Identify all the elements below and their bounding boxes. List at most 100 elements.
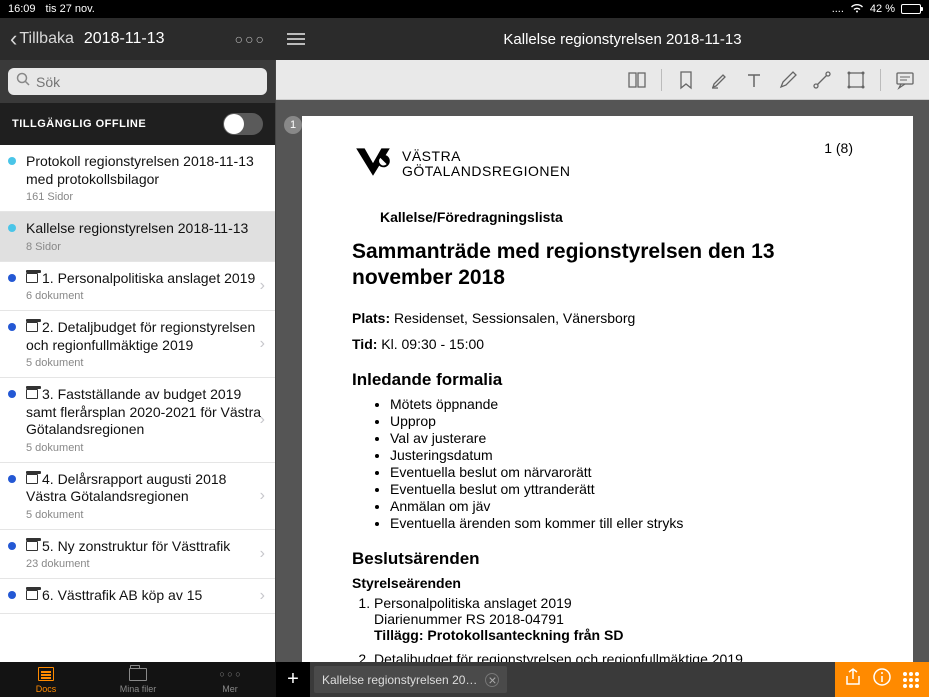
- list-item[interactable]: 2. Detaljbudget för regionstyrelsen och …: [0, 311, 275, 378]
- page-number-badge: 1: [284, 116, 302, 134]
- document-tab[interactable]: Kallelse regionstyrelsen 20… ×: [314, 666, 507, 693]
- doc-subtitle: Kallelse/Föredragningslista: [380, 209, 853, 225]
- chevron-right-icon: ›: [260, 411, 265, 429]
- document-tab-label: Kallelse regionstyrelsen 20…: [322, 673, 477, 687]
- shape-icon[interactable]: [846, 70, 866, 90]
- archive-icon: [26, 389, 38, 399]
- item-subtitle: 161 Sidor: [26, 191, 265, 203]
- tab-docs-label: Docs: [0, 684, 92, 694]
- archive-icon: [26, 322, 38, 332]
- offline-toggle[interactable]: [223, 113, 263, 135]
- pen-icon[interactable]: [778, 70, 798, 90]
- item-title: 5. Ny zonstruktur för Västtrafik: [26, 538, 265, 556]
- highlight-icon[interactable]: [710, 70, 730, 90]
- document-page[interactable]: VÄSTRA GÖTALANDSREGIONEN 1 (8) Kallelse/…: [302, 116, 913, 662]
- header-date: 2018-11-13: [84, 30, 165, 48]
- formalia-item: Mötets öppnande: [390, 396, 853, 412]
- page-counter: 1 (8): [824, 140, 853, 156]
- tab-docs[interactable]: Docs: [0, 665, 92, 694]
- tab-files[interactable]: Mina filer: [92, 665, 184, 694]
- comment-icon[interactable]: [895, 70, 915, 90]
- text-icon[interactable]: [744, 70, 764, 90]
- content-pane: 1 VÄSTRA GÖTALANDSREGIONEN 1 (8) Kallels: [276, 60, 929, 662]
- grid-icon[interactable]: [903, 672, 919, 688]
- status-dot: [8, 390, 16, 398]
- battery-percent: 42 %: [870, 3, 895, 15]
- plats-label: Plats:: [352, 310, 390, 326]
- more-options-icon[interactable]: ○○○: [235, 31, 266, 47]
- document-list[interactable]: Protokoll regionstyrelsen 2018-11-13 med…: [0, 145, 275, 662]
- item-title: 4. Delårsrapport augusti 2018 Västra Göt…: [26, 471, 265, 506]
- folder-icon: [129, 668, 147, 681]
- status-date: tis 27 nov.: [46, 3, 95, 15]
- chevron-right-icon: ›: [260, 487, 265, 505]
- docs-icon: [38, 667, 54, 681]
- tab-more-label: Mer: [184, 684, 276, 694]
- archive-icon: [26, 273, 38, 283]
- bookmark-icon[interactable]: [676, 70, 696, 90]
- status-bar: 16:09 tis 27 nov. .... 42 %: [0, 0, 929, 18]
- formalia-item: Eventuella beslut om yttranderätt: [390, 481, 853, 497]
- bottom-nav: Docs Mina filer ○ ○ ○ Mer: [0, 662, 276, 697]
- vgr-logo-icon: [352, 140, 394, 187]
- status-dot: [8, 157, 16, 165]
- tab-more[interactable]: ○ ○ ○ Mer: [184, 665, 276, 694]
- line-icon[interactable]: [812, 70, 832, 90]
- header-bar: ‹ Tillbaka 2018-11-13 ○○○ Kallelse regio…: [0, 18, 929, 60]
- status-dot: [8, 542, 16, 550]
- item-title: Kallelse regionstyrelsen 2018-11-13: [26, 220, 265, 238]
- item-subtitle: 6 dokument: [26, 290, 265, 302]
- status-time: 16:09: [8, 3, 36, 15]
- search-input[interactable]: [36, 74, 259, 90]
- list-item[interactable]: 4. Delårsrapport augusti 2018 Västra Göt…: [0, 463, 275, 530]
- logo-text-2: GÖTALANDSREGIONEN: [402, 164, 571, 179]
- share-icon[interactable]: [845, 668, 861, 691]
- new-tab-button[interactable]: +: [276, 662, 310, 697]
- tid-label: Tid:: [352, 336, 377, 352]
- section-beslut: Beslutsärenden: [352, 549, 853, 569]
- item-subtitle: 5 dokument: [26, 357, 265, 369]
- item-title: 6. Västtrafik AB köp av 15: [26, 587, 265, 605]
- info-icon[interactable]: [873, 668, 891, 691]
- item-subtitle: 5 dokument: [26, 509, 265, 521]
- reading-mode-icon[interactable]: [627, 70, 647, 90]
- sidebar-toggle-button[interactable]: [276, 30, 316, 48]
- agenda-item: Detaljbudget för regionstyrelsen och reg…: [374, 651, 853, 663]
- list-item[interactable]: 3. Fastställande av budget 2019 samt fle…: [0, 378, 275, 463]
- search-icon: [16, 72, 30, 91]
- close-tab-button[interactable]: ×: [485, 673, 499, 687]
- sidebar: TILLGÄNGLIG OFFLINE Protokoll regionstyr…: [0, 60, 276, 662]
- tab-files-label: Mina filer: [92, 684, 184, 694]
- wifi-icon: [850, 3, 864, 16]
- tid-value: Kl. 09:30 - 15:00: [377, 336, 484, 352]
- item-subtitle: 23 dokument: [26, 558, 265, 570]
- status-dot: [8, 475, 16, 483]
- chevron-right-icon: ›: [260, 277, 265, 295]
- item-subtitle: 5 dokument: [26, 442, 265, 454]
- back-button[interactable]: ‹ Tillbaka 2018-11-13: [10, 26, 165, 52]
- list-item[interactable]: 6. Västtrafik AB köp av 15›: [0, 579, 275, 614]
- item-title: Protokoll regionstyrelsen 2018-11-13 med…: [26, 153, 265, 188]
- formalia-item: Justeringsdatum: [390, 447, 853, 463]
- formalia-list: Mötets öppnandeUppropVal av justerareJus…: [390, 396, 853, 531]
- header-title: Kallelse regionstyrelsen 2018-11-13: [316, 31, 929, 48]
- chevron-right-icon: ›: [260, 335, 265, 353]
- item-title: 3. Fastställande av budget 2019 samt fle…: [26, 386, 265, 439]
- formalia-item: Val av justerare: [390, 430, 853, 446]
- formalia-item: Eventuella beslut om närvarorätt: [390, 464, 853, 480]
- status-dot: [8, 274, 16, 282]
- offline-label: TILLGÄNGLIG OFFLINE: [12, 118, 146, 130]
- subsection-styrelse: Styrelseärenden: [352, 575, 853, 591]
- search-box[interactable]: [8, 68, 267, 95]
- list-item[interactable]: Protokoll regionstyrelsen 2018-11-13 med…: [0, 145, 275, 212]
- list-item[interactable]: 5. Ny zonstruktur för Västtrafik 23 dokum…: [0, 530, 275, 580]
- list-item[interactable]: 1. Personalpolitiska anslaget 20196 doku…: [0, 262, 275, 312]
- more-icon: ○ ○ ○: [184, 665, 276, 683]
- status-dots: ....: [832, 3, 844, 15]
- battery-icon: [901, 4, 921, 14]
- doc-heading: Sammanträde med regionstyrelsen den 13 n…: [352, 239, 853, 292]
- vgr-logo: VÄSTRA GÖTALANDSREGIONEN: [352, 140, 571, 187]
- agenda-item: Personalpolitiska anslaget 2019 Diarienu…: [374, 595, 853, 643]
- list-item[interactable]: Kallelse regionstyrelsen 2018-11-138 Sid…: [0, 212, 275, 262]
- annotation-toolbar: [276, 60, 929, 100]
